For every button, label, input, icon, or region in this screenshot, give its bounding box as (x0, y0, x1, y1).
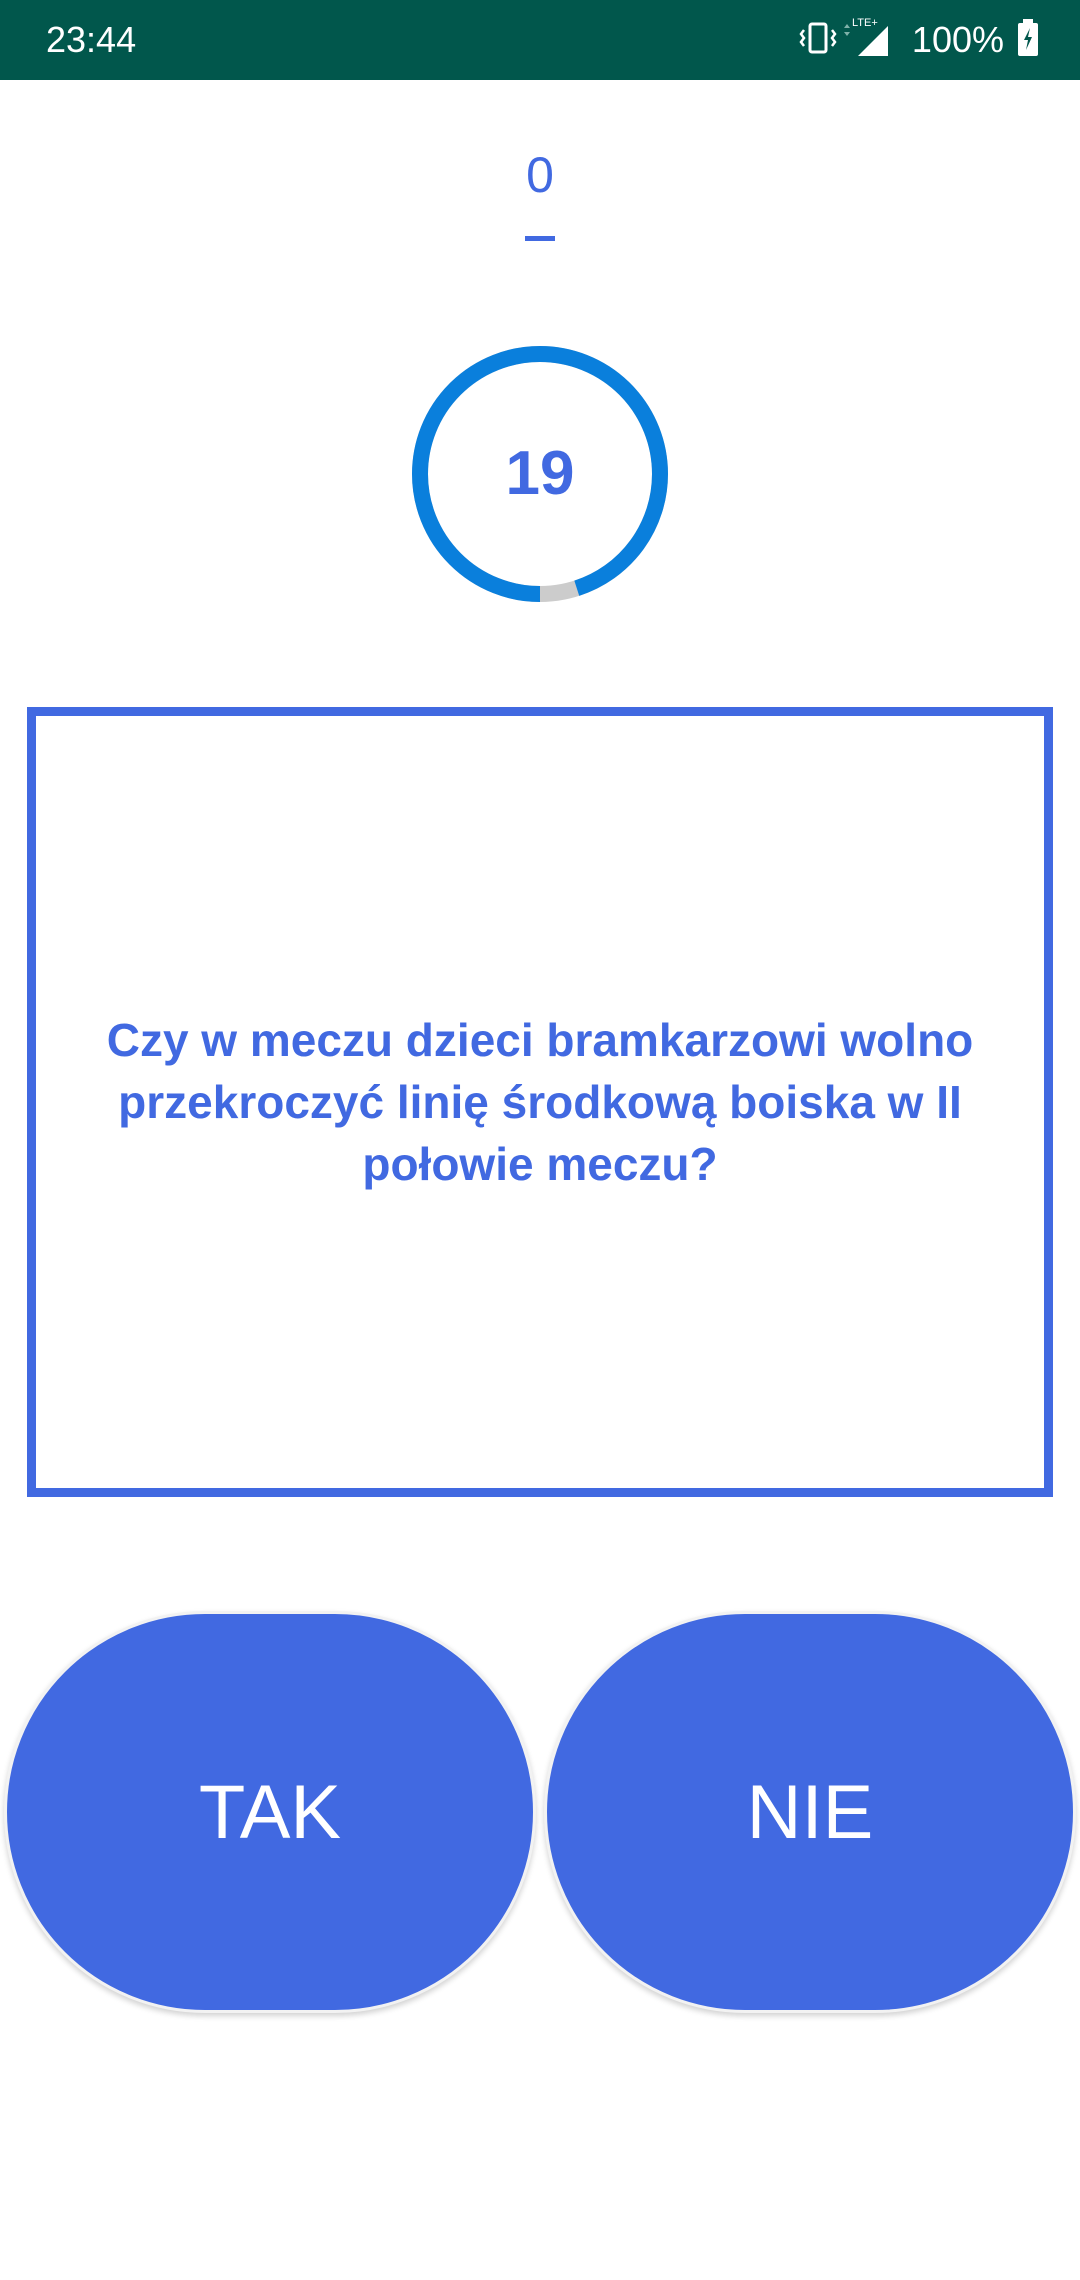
status-icons: LTE+ 100% (798, 16, 1040, 64)
score-value: 0 (526, 147, 554, 203)
question-card: Czy w meczu dzieci bramkarzowi wolno prz… (27, 707, 1053, 1497)
no-button[interactable]: NIE (544, 1611, 1076, 2013)
question-text: Czy w meczu dzieci bramkarzowi wolno prz… (106, 1014, 974, 1190)
score-underline (525, 236, 555, 241)
battery-percent: 100% (911, 19, 1004, 60)
status-time: 23:44 (46, 19, 137, 60)
countdown-timer: 19 (408, 342, 672, 606)
svg-text:LTE+: LTE+ (852, 17, 878, 29)
timer-seconds: 19 (505, 439, 575, 508)
yes-button[interactable]: TAK (4, 1611, 536, 2013)
vibrate-icon (798, 18, 838, 63)
battery-charging-icon (1016, 18, 1040, 63)
status-bar: 23:44 LTE+ 100% (0, 0, 1080, 80)
network-lte-icon: LTE+ (838, 16, 894, 65)
